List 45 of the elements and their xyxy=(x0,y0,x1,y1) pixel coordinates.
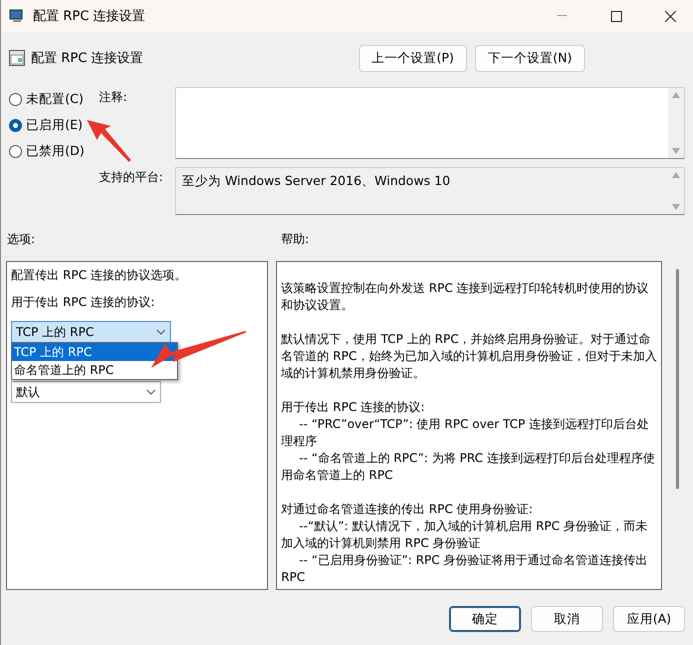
dialog-button[interactable]: 确定 xyxy=(449,606,521,632)
help-text: 用于传出 RPC 连接的协议: xyxy=(281,399,426,416)
computer-icon xyxy=(9,8,25,24)
help-text: -- “命名管道上的 RPC”: 为将 PRC 连接到远程打印后台处理程序使用命名管道上的 RPC xyxy=(281,450,656,484)
dialog-button[interactable]: 取消 xyxy=(531,606,603,632)
options-label: 选项: xyxy=(7,231,36,248)
scroll-down-icon[interactable] xyxy=(672,204,680,210)
platform-text: 至少为 Windows Server 2016、Windows 10 xyxy=(181,172,452,190)
help-text: 对通过命名管道连接的传出 RPC 使用身份验证: xyxy=(281,501,534,518)
help-text: 默认情况下，使用 TCP 上的 RPC，并始终启用身份验证。对于通过命名管道的 RPC，始终为已加入域的计算机启用身份验证，但对于未加入域的计算机禁用身份验证。 xyxy=(281,331,658,382)
help-text: -- “已启用身份验证”: RPC 身份验证将用于通过命名管道连接传出 RPC xyxy=(281,552,649,586)
platform-label: 支持的平台: xyxy=(99,169,164,186)
help-text: 该策略设置控制在向外发送 RPC 连接到远程打印轮转机时使用的协议和协议设置。 xyxy=(281,280,650,314)
radio-label: 已禁用(D) xyxy=(26,143,84,160)
options-description: 配置传出 RPC 连接的协议选项。 xyxy=(11,267,188,284)
chevron-down-icon xyxy=(146,389,156,395)
settings-window-icon xyxy=(9,50,25,66)
help-text: -- “PRC”over“TCP”: 使用 RPC over TCP 连接到远程打印后台处理程序 xyxy=(281,416,650,450)
policy-title: 配置 RPC 连接设置 xyxy=(31,50,144,67)
comment-field[interactable] xyxy=(175,87,685,159)
auth-dropdown[interactable]: 默认 xyxy=(11,381,161,403)
scroll-up-icon[interactable] xyxy=(672,92,680,98)
help-label: 帮助: xyxy=(281,231,310,248)
nav-button[interactable]: 上一个设置(P) xyxy=(358,44,467,72)
radio-label: 已启用(E) xyxy=(26,117,83,134)
radio-button[interactable] xyxy=(9,145,22,158)
minimize-icon xyxy=(557,15,567,17)
nav-button[interactable]: 下一个设置(N) xyxy=(474,44,585,72)
radio-button[interactable] xyxy=(9,93,22,106)
scroll-up-icon[interactable] xyxy=(672,172,680,178)
help-text: --“默认”: 默认情况下，加入域的计算机启用 RPC 身份验证，而未加入域的计算机则禁用 RPC 身份验证 xyxy=(281,518,649,552)
window-title: 配置 RPC 连接设置 xyxy=(33,8,146,25)
scroll-down-icon[interactable] xyxy=(672,148,680,154)
comment-label: 注释: xyxy=(99,89,128,106)
dropdown-option[interactable]: TCP 上的 RPC xyxy=(12,343,177,361)
protocol-label: 用于传出 RPC 连接的协议: xyxy=(11,294,156,311)
chevron-down-icon xyxy=(156,329,166,335)
protocol-dropdown[interactable]: TCP 上的 RPC xyxy=(11,321,171,343)
close-icon xyxy=(664,10,676,22)
dropdown-option[interactable]: 命名管道上的 RPC xyxy=(12,361,177,379)
maximize-icon xyxy=(610,10,622,22)
annotation-arrow xyxy=(85,118,131,162)
radio-button[interactable] xyxy=(9,119,22,132)
dialog-button[interactable]: 应用(A) xyxy=(613,606,685,632)
radio-label: 未配置(C) xyxy=(26,91,84,108)
